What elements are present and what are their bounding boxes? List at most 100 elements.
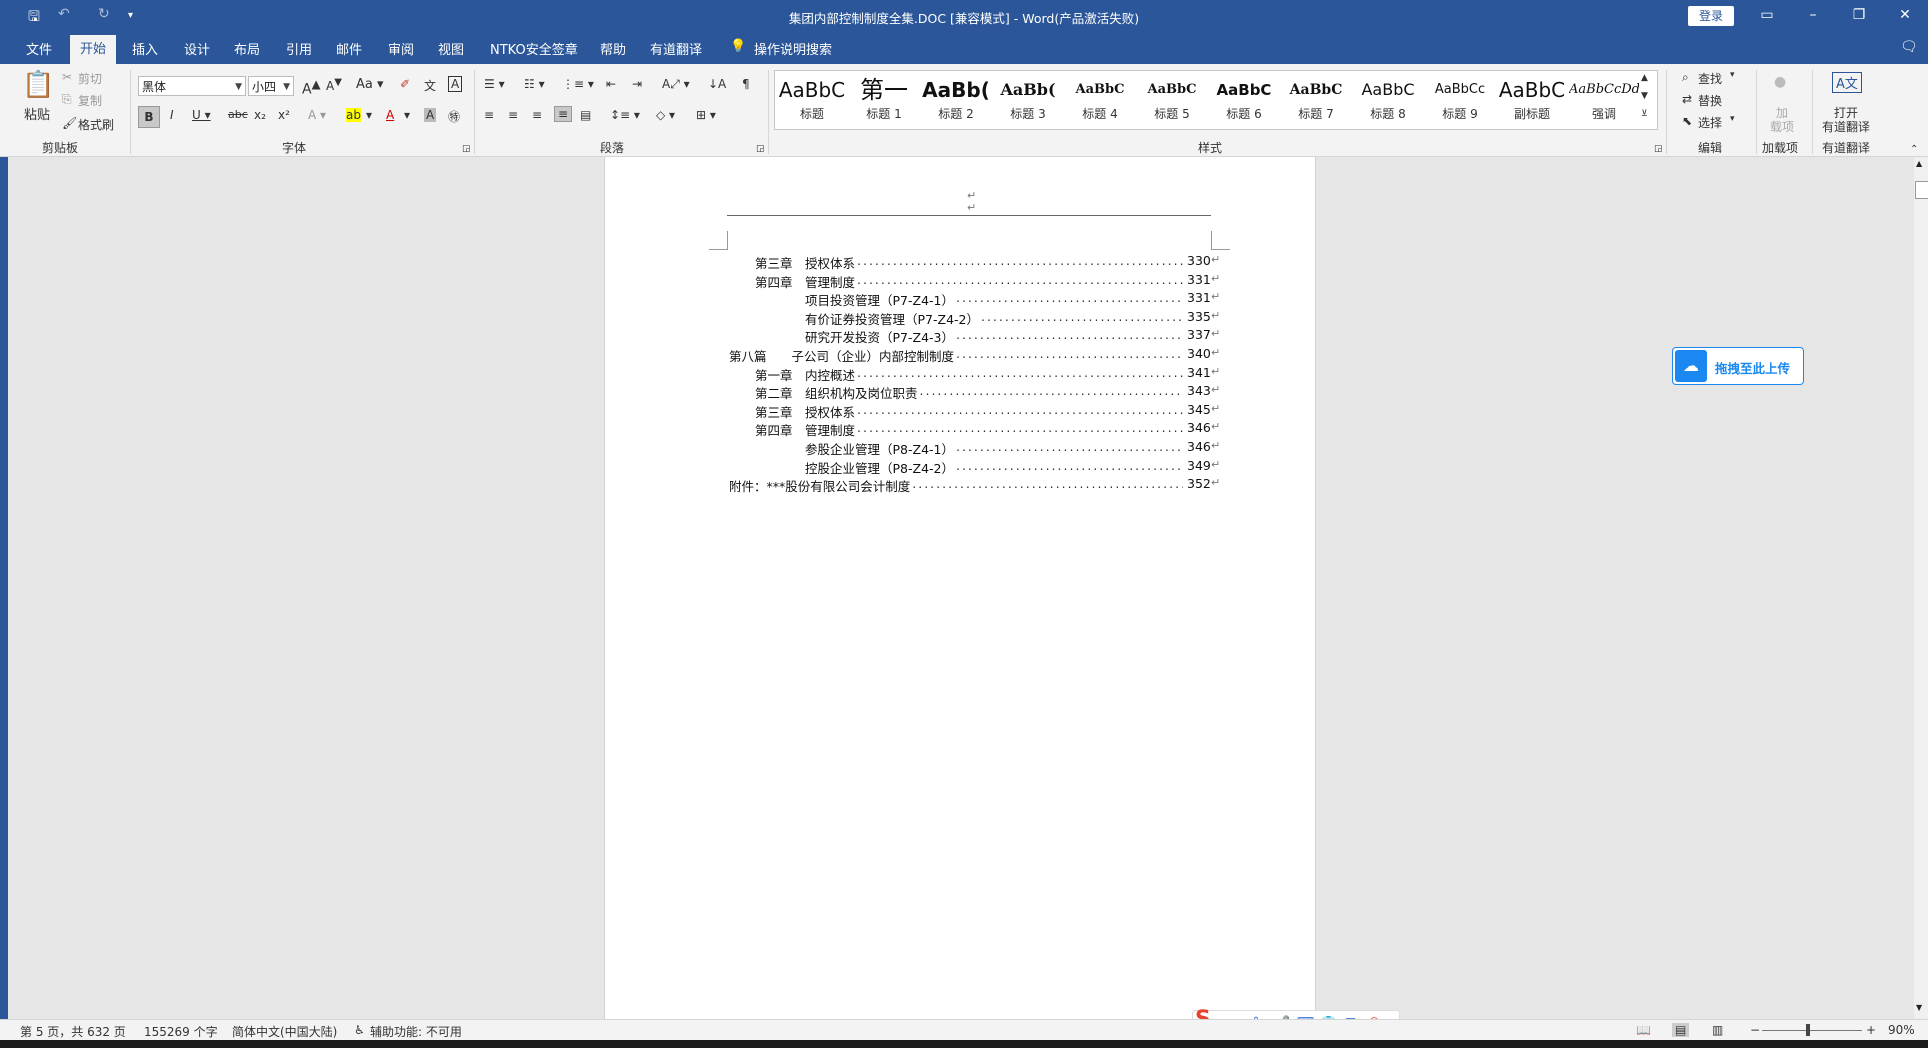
distributed-icon[interactable]: ▤ (580, 108, 591, 122)
minimize-button[interactable]: – (1798, 4, 1828, 26)
toc-entry[interactable]: 第四章 管理制度................................… (605, 272, 1315, 290)
scroll-down-icon[interactable]: ▼ (1916, 1003, 1922, 1012)
font-size-select[interactable]: 小四 ▼ (248, 76, 294, 96)
style-heading-6[interactable]: AaBbC 标题 6 (1209, 75, 1279, 122)
toc-entry[interactable]: 第二章 组织机构及岗位职责...........................… (605, 383, 1315, 401)
chevron-down-icon[interactable]: ▾ (366, 108, 372, 122)
youdao-translate-icon[interactable]: A文 (1832, 72, 1862, 93)
subscript-icon[interactable]: x₂ (254, 108, 266, 122)
toc-entry[interactable]: 第四章 管理制度................................… (605, 420, 1315, 438)
style-heading-4[interactable]: AaBbC 标题 4 (1065, 75, 1135, 122)
tab-layout[interactable]: 布局 (230, 39, 264, 58)
toc-entry[interactable]: 项目投资管理（P7-Z4-1）.........................… (605, 290, 1315, 308)
chevron-down-icon[interactable]: ▾ (1730, 70, 1735, 80)
accessibility-status[interactable]: 辅助功能: 不可用 (370, 1023, 462, 1040)
shading-icon[interactable]: ◇ ▾ (656, 108, 675, 122)
line-spacing-icon[interactable]: ↕≡ ▾ (610, 108, 640, 122)
scroll-thumb[interactable] (1915, 181, 1928, 199)
scroll-up-icon[interactable]: ▲ (1916, 159, 1922, 168)
replace-button[interactable]: 替换 (1698, 92, 1722, 109)
gallery-more-icon[interactable]: ⊻ (1641, 109, 1648, 119)
toc-entry[interactable]: 第八篇 子公司（企业）内部控制制度.......................… (605, 346, 1315, 364)
copy-icon[interactable]: ⎘ (62, 92, 72, 107)
toc-entry[interactable]: 控股企业管理（P8-Z4-2）.........................… (605, 458, 1315, 476)
style-emphasis[interactable]: AaBbCcDd 强调 (1569, 75, 1639, 122)
toc-entry[interactable]: 第一章 内控概述................................… (605, 365, 1315, 383)
page-count[interactable]: 第 5 页，共 632 页 (20, 1023, 126, 1040)
login-button[interactable]: 登录 (1688, 6, 1734, 26)
font-name-select[interactable]: 黑体 ▼ (138, 76, 246, 96)
gallery-scroll-up-icon[interactable]: ▲ (1641, 73, 1648, 83)
comments-icon[interactable]: 🗨 (1896, 39, 1922, 55)
tab-design[interactable]: 设计 (180, 39, 214, 58)
copy-button[interactable]: 复制 (78, 92, 102, 109)
numbering-icon[interactable]: ☷ ▾ (524, 77, 545, 91)
justify-icon[interactable]: ≡ (554, 106, 573, 122)
ribbon-display-options-icon[interactable]: ▭ (1752, 4, 1782, 26)
style-heading-8[interactable]: AaBbC 标题 8 (1353, 75, 1423, 122)
underline-icon[interactable]: U ▾ (192, 108, 211, 122)
toc-entry[interactable]: 研究开发投资（P7-Z4-3）.........................… (605, 327, 1315, 345)
find-icon[interactable]: ⌕ (1682, 70, 1689, 85)
style-title[interactable]: AaBbC 标题 (777, 75, 847, 122)
zoom-out-icon[interactable]: − (1750, 1023, 1760, 1037)
zoom-slider-thumb[interactable] (1806, 1024, 1810, 1036)
toc-entry[interactable]: 第三章 授权体系................................… (605, 402, 1315, 420)
style-heading-5[interactable]: AaBbC 标题 5 (1137, 75, 1207, 122)
enclose-characters-icon[interactable]: ㊕ (448, 108, 460, 125)
paste-button[interactable]: 粘贴 (22, 104, 52, 123)
grow-font-icon[interactable]: A▲ (302, 77, 321, 98)
toc-entry[interactable]: 参股企业管理（P8-Z4-1）.........................… (605, 439, 1315, 457)
select-icon[interactable]: ⬉ (1682, 114, 1692, 128)
restore-button[interactable]: ❐ (1844, 4, 1874, 26)
tab-review[interactable]: 审阅 (384, 39, 418, 58)
vertical-scrollbar[interactable]: ▲ ▼ (1914, 157, 1928, 1019)
tab-help[interactable]: 帮助 (596, 39, 630, 58)
phonetic-guide-icon[interactable]: 文 (424, 77, 436, 94)
toc-entry[interactable]: 附件：***股份有限公司会计制度........................… (605, 476, 1315, 494)
tab-youdao[interactable]: 有道翻译 (646, 39, 706, 58)
web-layout-icon[interactable]: ▥ (1712, 1023, 1723, 1037)
format-painter-icon[interactable]: 🖌 (62, 116, 77, 130)
cut-icon[interactable]: ✂ (62, 70, 72, 84)
document-page[interactable]: ↵ ↵ 第三章 授权体系............................… (604, 157, 1316, 1019)
upload-drop-widget[interactable]: ☁ 拖拽至此上传 (1672, 347, 1804, 385)
toc-entry[interactable]: 第三章 授权体系................................… (605, 253, 1315, 271)
read-mode-icon[interactable]: 📖 (1636, 1023, 1651, 1037)
tab-mailings[interactable]: 邮件 (332, 39, 366, 58)
text-effects-icon[interactable]: A ▾ (308, 108, 326, 122)
bullets-icon[interactable]: ☰ ▾ (484, 77, 505, 91)
tab-ntko[interactable]: NTKO安全签章 (486, 39, 582, 58)
sort-icon[interactable]: ↓A (708, 77, 726, 91)
character-border-icon[interactable]: A (448, 76, 463, 92)
find-button[interactable]: 查找 (1698, 70, 1722, 87)
zoom-in-icon[interactable]: + (1866, 1023, 1876, 1037)
zoom-level[interactable]: 90% (1888, 1023, 1915, 1037)
tab-insert[interactable]: 插入 (128, 39, 162, 58)
tell-me-search[interactable]: 操作说明搜索 (750, 39, 836, 58)
font-dialog-launcher-icon[interactable]: ◲ (462, 144, 471, 154)
language-indicator[interactable]: 简体中文(中国大陆) (232, 1023, 337, 1040)
italic-icon[interactable]: I (170, 108, 174, 122)
style-heading-2[interactable]: AaBb(标题 2 (921, 75, 991, 122)
multilevel-list-icon[interactable]: ⋮≡ ▾ (562, 77, 594, 91)
tab-references[interactable]: 引用 (282, 39, 316, 58)
paste-icon[interactable]: 📋 (22, 70, 54, 104)
superscript-icon[interactable]: x² (278, 108, 290, 122)
strikethrough-icon[interactable]: abc (228, 108, 248, 121)
paragraph-dialog-launcher-icon[interactable]: ◲ (756, 144, 765, 154)
gallery-scroll-down-icon[interactable]: ▼ (1641, 91, 1648, 101)
borders-icon[interactable]: ⊞ ▾ (696, 108, 716, 122)
styles-dialog-launcher-icon[interactable]: ◲ (1654, 144, 1663, 154)
text-direction-icon[interactable]: A⤢ ▾ (662, 77, 690, 92)
decrease-indent-icon[interactable]: ⇤ (606, 77, 616, 91)
style-heading-7[interactable]: AaBbC 标题 7 (1281, 75, 1351, 122)
word-count[interactable]: 155269 个字 (144, 1023, 218, 1040)
character-shading-icon[interactable]: A (424, 108, 437, 122)
chevron-down-icon[interactable]: ▾ (1730, 114, 1735, 124)
align-left-icon[interactable]: ≡ (484, 108, 494, 122)
zoom-slider[interactable] (1762, 1030, 1862, 1031)
shrink-font-icon[interactable]: A▼ (326, 77, 342, 93)
cut-button[interactable]: 剪切 (78, 70, 102, 87)
toc-entry[interactable]: 有价证券投资管理（P7-Z4-2）.......................… (605, 309, 1315, 327)
